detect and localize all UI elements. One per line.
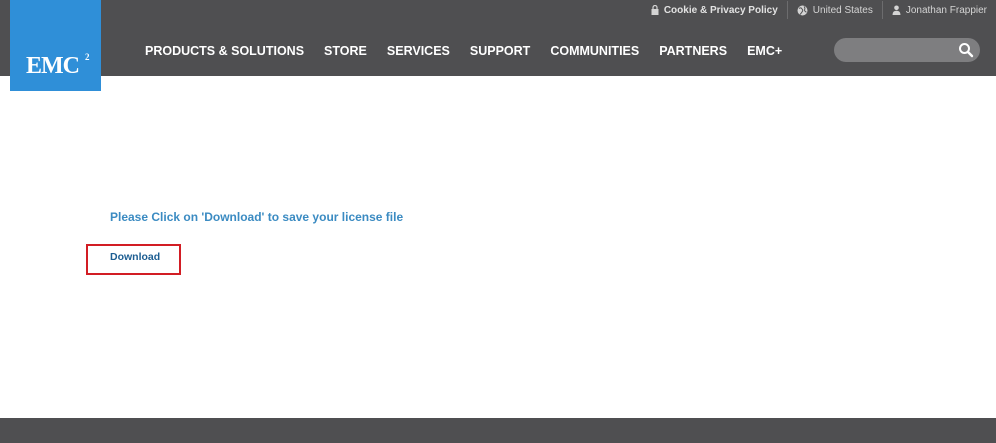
license-message: Please Click on 'Download' to save your … [110, 210, 404, 224]
main-nav: PRODUCTS & SOLUTIONS STORE SERVICES SUPP… [135, 43, 792, 59]
lock-icon [651, 5, 659, 15]
nav-item-services[interactable]: SERVICES [377, 43, 460, 59]
nav-item-communities[interactable]: COMMUNITIES [540, 43, 649, 59]
site-header: Cookie & Privacy Policy United States Jo… [0, 0, 996, 76]
nav-item-store[interactable]: STORE [314, 43, 377, 59]
user-account[interactable]: Jonathan Frappier [883, 0, 996, 20]
privacy-link[interactable]: Cookie & Privacy Policy [642, 0, 787, 20]
user-name: Jonathan Frappier [905, 4, 987, 16]
region-selector[interactable]: United States [788, 0, 882, 20]
site-footer [0, 418, 996, 443]
logo-text: EMC [26, 53, 80, 79]
utility-bar: Cookie & Privacy Policy United States Jo… [642, 0, 996, 20]
nav-item-emc-plus[interactable]: EMC+ [737, 43, 792, 59]
globe-icon [797, 5, 808, 15]
nav-item-products-solutions[interactable]: PRODUCTS & SOLUTIONS [135, 43, 314, 59]
user-icon [892, 5, 901, 15]
emc-logo[interactable]: EMC 2 [10, 0, 101, 91]
search-input[interactable] [844, 42, 954, 58]
search-icon[interactable] [958, 42, 974, 58]
logo-superscript: 2 [85, 52, 90, 62]
nav-item-partners[interactable]: PARTNERS [649, 43, 737, 59]
nav-item-support[interactable]: SUPPORT [460, 43, 540, 59]
download-link[interactable]: Download [110, 251, 160, 263]
region-label: United States [812, 4, 873, 16]
privacy-label: Cookie & Privacy Policy [663, 4, 778, 16]
search-box [834, 38, 980, 62]
